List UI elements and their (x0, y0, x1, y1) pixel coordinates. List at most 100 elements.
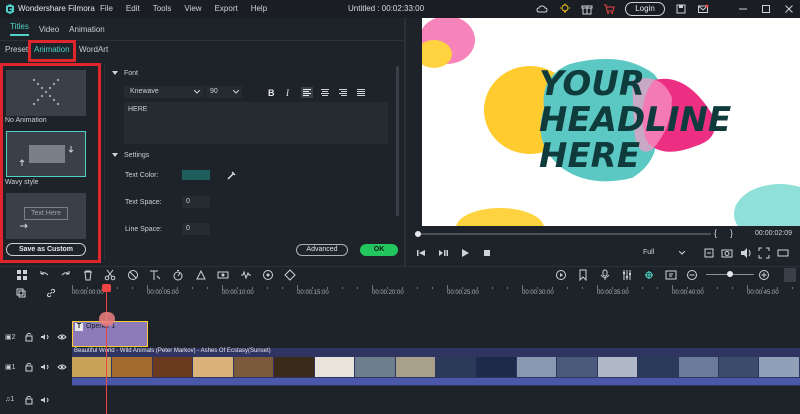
cart-icon[interactable] (603, 3, 615, 15)
zoom-out-icon[interactable] (686, 269, 698, 281)
delete-icon[interactable] (82, 269, 94, 281)
playhead-line[interactable] (106, 288, 107, 414)
save-icon[interactable] (675, 3, 687, 15)
ruler-tick (297, 285, 298, 290)
line-space-input[interactable]: 0 (182, 223, 210, 235)
video-thumbnail (355, 357, 396, 377)
play-pause-icon[interactable] (438, 248, 448, 258)
tab-animation[interactable]: Animation (69, 25, 105, 34)
eyedropper-icon[interactable] (227, 170, 237, 180)
timeline-ruler[interactable]: 00:00:00:00 00:00:05:00 00:00:10:00 00:00:1… (0, 283, 800, 303)
text-content-field[interactable]: HERE (124, 102, 388, 144)
snap-icon[interactable] (643, 269, 655, 281)
advanced-button[interactable]: Advanced (296, 244, 348, 256)
ok-button[interactable]: OK (360, 244, 398, 256)
eye-icon[interactable] (57, 332, 67, 342)
subtab-preset[interactable]: Preset (5, 45, 28, 54)
font-size-select[interactable]: 90 (206, 86, 242, 98)
font-family-select[interactable]: Knewave (124, 86, 204, 98)
lock-icon[interactable] (24, 395, 34, 405)
step-back-icon[interactable] (416, 248, 426, 258)
settings-section-title: Settings (124, 152, 150, 159)
mark-out-button[interactable]: } (730, 228, 733, 238)
microphone-icon[interactable] (599, 269, 611, 281)
video-thumbnail (678, 357, 719, 377)
audio-mixer-icon[interactable] (621, 269, 633, 281)
collapse-font-icon[interactable] (112, 71, 118, 76)
subtab-wordart[interactable]: WordArt (79, 45, 108, 54)
speed-icon[interactable] (172, 269, 184, 281)
crop-icon[interactable] (127, 269, 139, 281)
snapshot-icon[interactable] (721, 247, 733, 259)
motion-track-icon[interactable] (262, 269, 274, 281)
tab-titles[interactable]: Titles (10, 22, 29, 36)
redo-icon[interactable] (60, 269, 72, 281)
voiceover-icon[interactable] (665, 269, 677, 281)
headline-line-2: HEADLINE (539, 100, 732, 140)
color-icon[interactable] (195, 269, 207, 281)
close-icon[interactable] (783, 3, 795, 15)
quality-select[interactable]: Full (641, 247, 687, 259)
tab-video[interactable]: Video (39, 25, 59, 34)
preview-scrubber-handle[interactable] (414, 231, 421, 237)
menu-view[interactable]: View (184, 4, 201, 13)
lock-icon[interactable] (24, 362, 34, 372)
ruler-tick (222, 285, 223, 290)
align-justify-icon[interactable] (355, 87, 367, 98)
speaker-icon[interactable] (40, 395, 50, 405)
headline-text[interactable]: YOUR HEADLINE HERE (539, 66, 731, 174)
align-left-icon[interactable] (301, 87, 313, 98)
menu-edit[interactable]: Edit (126, 4, 140, 13)
preview-progress-track[interactable] (415, 233, 711, 235)
ruler-tick (237, 287, 238, 289)
bold-button[interactable]: B (268, 88, 275, 98)
bulb-icon[interactable] (559, 3, 571, 15)
video-clip[interactable]: Beautiful World - Wild Animals (Peter Ma… (72, 348, 800, 386)
align-right-icon[interactable] (337, 87, 349, 98)
text-color-swatch[interactable] (182, 170, 210, 180)
minimize-icon[interactable] (737, 3, 749, 15)
properties-scrollbar[interactable] (396, 66, 399, 216)
playhead-handle[interactable] (102, 284, 111, 292)
lock-icon[interactable] (24, 332, 34, 342)
mail-icon[interactable] (697, 3, 709, 15)
mark-in-button[interactable]: { (714, 228, 717, 238)
fullscreen-icon[interactable] (703, 247, 715, 259)
timeline-settings-button[interactable] (784, 268, 796, 282)
keyframe-icon[interactable] (284, 269, 296, 281)
expand-icon[interactable] (758, 247, 770, 259)
undo-icon[interactable] (38, 269, 50, 281)
menu-tools[interactable]: Tools (153, 4, 172, 13)
eye-icon[interactable] (57, 362, 67, 372)
zoom-in-icon[interactable] (758, 269, 770, 281)
speaker-icon[interactable] (40, 362, 50, 372)
ruler-tick (777, 287, 778, 289)
menu-export[interactable]: Export (215, 4, 238, 13)
layout-icon[interactable] (16, 269, 28, 281)
render-icon[interactable] (555, 269, 567, 281)
stabilize-icon[interactable] (217, 269, 229, 281)
speaker-icon[interactable] (40, 332, 50, 342)
video-thumbnail (719, 357, 760, 377)
audio-adjust-icon[interactable] (240, 269, 252, 281)
align-center-icon[interactable] (319, 87, 331, 98)
italic-button[interactable]: I (286, 88, 289, 98)
menu-file[interactable]: File (100, 4, 113, 13)
ruler-tick (747, 285, 748, 290)
zoom-slider-handle[interactable] (727, 271, 733, 277)
login-button[interactable]: Login (625, 2, 665, 16)
stop-icon[interactable] (482, 248, 492, 258)
cut-icon[interactable] (104, 269, 116, 281)
marker-icon[interactable] (577, 269, 589, 281)
cloud-icon[interactable] (536, 3, 548, 15)
maximize-icon[interactable] (760, 3, 772, 15)
more-icon[interactable] (777, 247, 789, 259)
gift-icon[interactable] (581, 3, 593, 15)
menu-help[interactable]: Help (251, 4, 267, 13)
play-icon[interactable] (460, 248, 470, 258)
text-tool-icon[interactable] (149, 269, 161, 281)
playhead-marker[interactable] (99, 312, 115, 326)
volume-icon[interactable] (740, 247, 752, 259)
text-space-input[interactable]: 0 (182, 196, 210, 208)
collapse-settings-icon[interactable] (112, 153, 118, 158)
